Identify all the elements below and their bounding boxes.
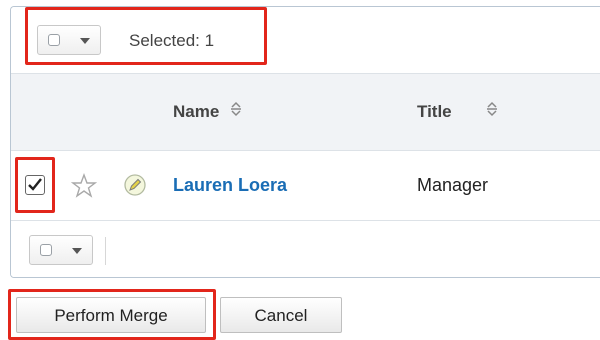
highlight-box-perform-merge: [8, 289, 216, 340]
sort-icon[interactable]: [229, 100, 243, 118]
mass-select-dropdown[interactable]: [29, 235, 93, 265]
chevron-down-icon[interactable]: [72, 248, 82, 254]
select-all-checkbox[interactable]: [40, 244, 52, 256]
highlight-box-selected: [25, 7, 267, 65]
sort-icon[interactable]: [485, 100, 499, 118]
table-row: Lauren Loera Manager: [11, 151, 600, 221]
record-name-link[interactable]: Lauren Loera: [173, 175, 287, 196]
star-icon[interactable]: [71, 173, 97, 199]
divider: [105, 237, 106, 265]
column-header-name[interactable]: Name: [173, 102, 219, 122]
cancel-button[interactable]: Cancel: [220, 297, 342, 333]
table-header-row: Name Title: [11, 73, 600, 151]
bottom-selection-toolbar: [11, 221, 600, 277]
top-selection-toolbar: Selected: 1: [11, 7, 600, 73]
highlight-box-row-checkbox: [15, 157, 55, 213]
record-title-value: Manager: [417, 175, 489, 195]
merge-records-list-panel: Selected: 1 Name Title Lauren Loera Mana…: [10, 6, 600, 278]
column-header-title[interactable]: Title: [417, 102, 452, 122]
pencil-icon[interactable]: [121, 171, 149, 199]
